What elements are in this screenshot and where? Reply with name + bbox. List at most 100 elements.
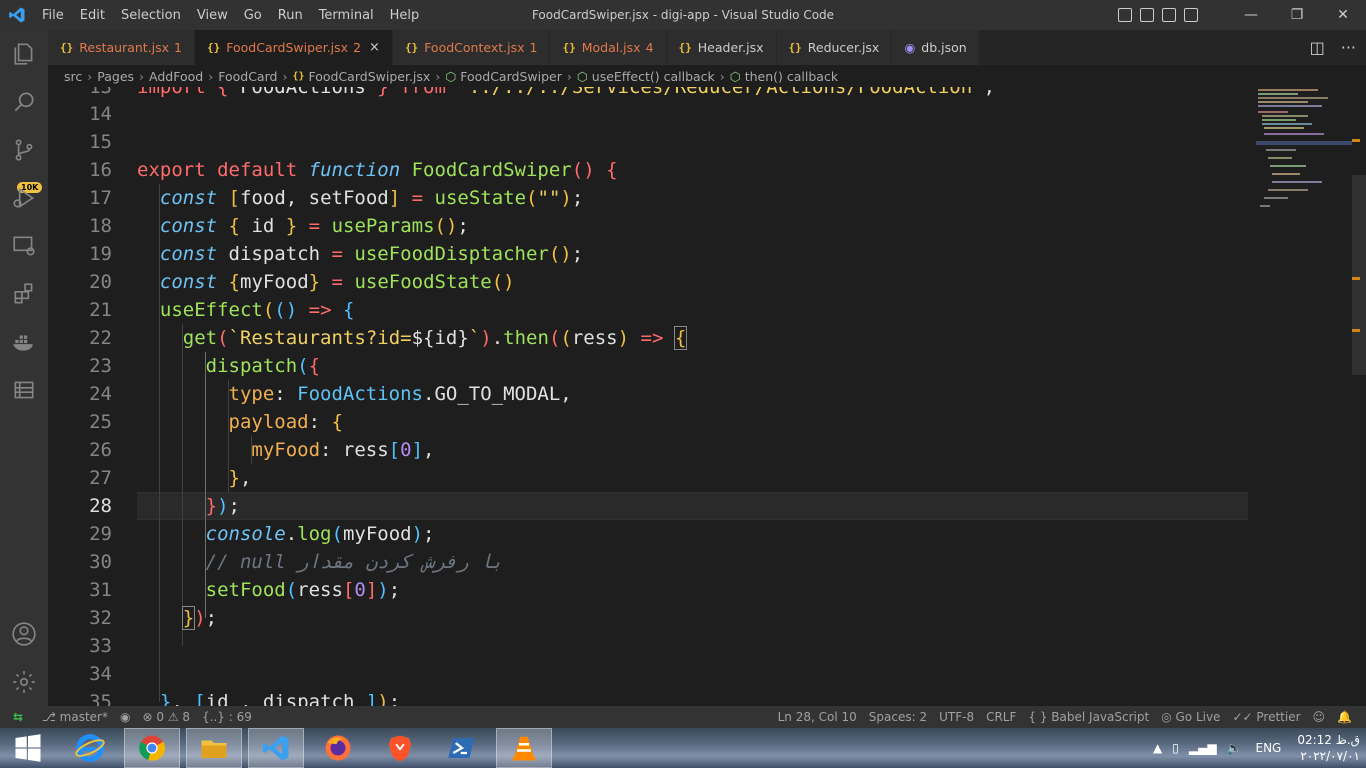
extensions-icon[interactable] [0,270,48,318]
tab-reducer[interactable]: {} Reducer.jsx [776,30,893,65]
tab-label: Modal.jsx [581,40,641,55]
firefox-icon[interactable] [310,728,366,768]
bell-icon[interactable]: 🔔 [1331,710,1358,724]
run-debug-icon[interactable] [0,174,48,222]
breadcrumb-item[interactable]: FoodCardSwiper.jsx [308,69,430,84]
line-number: 23 [89,355,112,377]
system-tray: ▲ ▯ ▂▄▆ 🔈 ENG 02:12 ق.ظ ۲۰۲۲/۰۷/۰۱ [1153,728,1360,768]
breadcrumb-item[interactable]: AddFood [149,69,203,84]
line-number: 30 [89,551,112,573]
prettier-status[interactable]: ✓✓ Prettier [1226,710,1306,724]
symbol-function-icon: ⬡ [729,68,741,84]
vertical-scrollbar[interactable] [1352,87,1366,706]
toggle-sidebar-icon[interactable] [1118,8,1132,22]
internet-explorer-icon[interactable] [62,728,118,768]
problems-status[interactable]: ⊗ 0 ⚠ 8 [136,710,196,724]
tab-foodcontext[interactable]: {} FoodContext.jsx 1 [392,30,551,65]
code-line: console.log(myFood); [205,523,435,545]
tab-modal[interactable]: {} Modal.jsx 4 [550,30,667,65]
breadcrumb-item[interactable]: src [64,69,82,84]
react-file-icon: {} [562,41,576,54]
menu-file[interactable]: File [34,8,72,23]
remote-icon[interactable]: ⇆ [0,706,36,728]
scroll-marker [1352,329,1360,332]
vscode-icon[interactable] [0,0,34,30]
windows-start-icon[interactable] [0,728,56,768]
menu-edit[interactable]: Edit [72,8,113,23]
code-editor[interactable]: 13 import { FoodActions } from "../../..… [48,87,1366,706]
settings-gear-icon[interactable] [0,658,48,706]
close-icon[interactable]: × [369,40,380,55]
branch-status[interactable]: ⎇ master* [36,710,114,724]
minimize-button[interactable]: — [1228,0,1274,30]
clock[interactable]: 02:12 ق.ظ ۲۰۲۲/۰۷/۰۱ [1297,732,1360,764]
tab-header[interactable]: {} Header.jsx [666,30,777,65]
breadcrumb-item[interactable]: then() callback [745,69,838,84]
menu-go[interactable]: Go [236,8,270,23]
toggle-panel-icon[interactable] [1140,8,1154,22]
breadcrumb-item[interactable]: Pages [97,69,134,84]
status-bar: ⇆ ⎇ master* ◉ ⊗ 0 ⚠ 8 {..} : 69 Ln 28, C… [0,706,1366,728]
editor-tabs: {} Restaurant.jsx 1 {} FoodCardSwiper.js… [48,30,1366,65]
menu-selection[interactable]: Selection [113,8,189,23]
brave-icon[interactable] [372,728,428,768]
menu-help[interactable]: Help [382,8,428,23]
line-number: 19 [89,243,112,265]
cursor-position[interactable]: Ln 28, Col 10 [772,710,863,724]
feedback-icon[interactable]: ☺ [1307,710,1332,724]
line-number: 22 [89,327,112,349]
volume-icon[interactable]: 🔈 [1227,741,1242,755]
device-icon[interactable]: ▯ [1172,741,1179,755]
explorer-icon[interactable] [0,30,48,78]
end-of-line[interactable]: CRLF [980,710,1022,724]
code-line: }); [181,606,218,630]
close-button[interactable]: ✕ [1320,0,1366,30]
tab-db-json[interactable]: ◉ db.json [892,30,980,65]
breadcrumb: src › Pages › AddFood › FoodCard › {} FoodCar… [48,65,1366,87]
remote-explorer-icon[interactable] [0,222,48,270]
network-icon[interactable]: ▂▄▆ [1189,741,1217,755]
show-hidden-icons-icon[interactable]: ▲ [1153,741,1162,755]
menu-run[interactable]: Run [270,8,311,23]
prettier-label: Prettier [1256,710,1301,724]
bracket-info[interactable]: {..} : 69 [196,710,258,724]
language-mode[interactable]: { } Babel JavaScript [1022,710,1155,724]
tab-problem-count: 2 [353,40,362,55]
input-language[interactable]: ENG [1256,741,1282,755]
docker-icon[interactable] [0,318,48,366]
restore-button[interactable]: ❐ [1274,0,1320,30]
database-icon[interactable] [0,366,48,414]
indentation[interactable]: Spaces: 2 [863,710,933,724]
source-control-icon[interactable] [0,126,48,174]
tab-restaurant[interactable]: {} Restaurant.jsx 1 [48,30,195,65]
line-number: 16 [89,159,112,181]
chrome-icon[interactable] [124,728,180,768]
menu-terminal[interactable]: Terminal [311,8,382,23]
breadcrumb-item[interactable]: useEffect() callback [592,69,715,84]
accounts-icon[interactable] [0,610,48,658]
minimap[interactable] [1256,87,1356,227]
line-number: 33 [89,635,112,657]
toggle-secondary-sidebar-icon[interactable] [1162,8,1176,22]
breadcrumb-item[interactable]: FoodCardSwiper [460,69,562,84]
eye-icon[interactable]: ◉ [114,710,136,724]
more-actions-icon[interactable]: ··· [1341,38,1356,57]
customize-layout-icon[interactable] [1184,8,1198,22]
breadcrumb-item[interactable]: FoodCard [218,69,277,84]
line-number: 31 [89,579,112,601]
powershell-icon[interactable] [434,728,490,768]
file-explorer-icon[interactable] [186,728,242,768]
scrollbar-thumb[interactable] [1352,175,1366,375]
vlc-icon[interactable] [496,728,552,768]
menu-view[interactable]: View [189,8,236,23]
chevron-right-icon: › [87,68,93,84]
code-line: const dispatch = useFoodDisptacher(); [159,243,584,265]
encoding[interactable]: UTF-8 [933,710,980,724]
split-editor-icon[interactable]: ◫ [1310,38,1325,57]
error-count: 0 [156,710,164,724]
go-live-button[interactable]: ◎ Go Live [1155,710,1226,724]
line-number: 14 [89,103,112,125]
search-icon[interactable] [0,78,48,126]
vscode-icon[interactable] [248,728,304,768]
tab-foodcardswiper[interactable]: {} FoodCardSwiper.jsx 2 × [195,30,393,65]
